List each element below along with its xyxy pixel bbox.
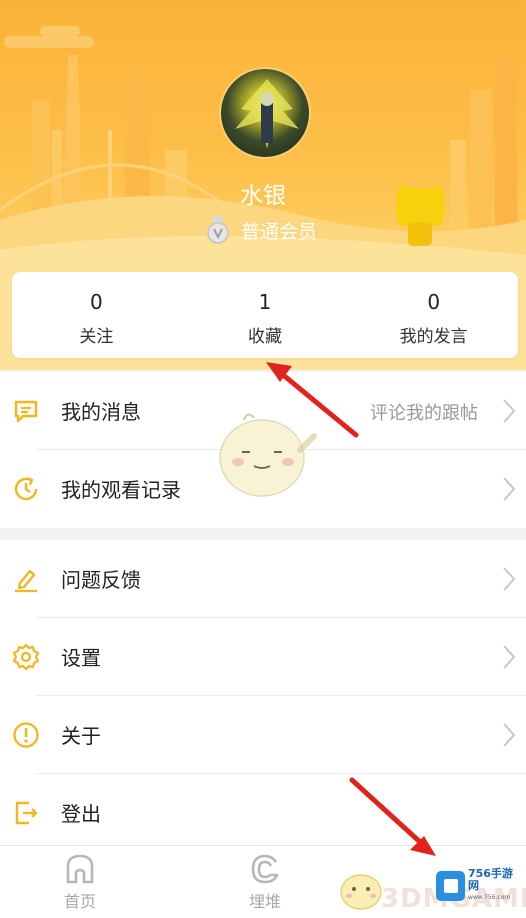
feedback-pencil-icon [15,569,37,593]
member-level-label: 普通会员 [241,220,318,243]
info-icon [13,722,39,748]
member-badge[interactable]: 普通会员 [205,216,317,244]
stat-label: 我的发言 [399,327,468,347]
menu-item-label: 问题反馈 [61,568,141,592]
chevron-right-icon [503,477,516,501]
stat-my-posts[interactable]: 0 我的发言 [349,272,518,358]
stat-label: 关注 [79,327,114,347]
logo-main-text: 756手游网 [467,867,513,892]
chevron-right-icon [503,723,516,747]
logo-square-icon [436,871,465,901]
menu-item-label: 关于 [61,724,101,748]
logo-text: 756手游网 www.756.com [468,868,522,904]
stat-favorites[interactable]: 1 收藏 [181,272,350,358]
username: 水银 [240,183,286,209]
site-watermark: 3DMGAME [335,862,526,916]
menu-item-label: 我的观看记录 [61,478,181,502]
menu-item-about[interactable]: 关于 [0,696,526,774]
avatar-character-image [235,79,299,149]
message-icon [14,400,38,423]
stat-value: 1 [258,290,272,314]
tab-label: 首页 [63,892,96,911]
gear-icon [12,643,40,671]
stats-card: 0 关注 1 收藏 0 我的发言 [12,272,518,358]
menu-item-label: 设置 [61,646,101,670]
stat-label: 收藏 [248,327,282,347]
menu-item-watch-history[interactable]: 我的观看记录 [0,450,526,528]
medal-icon [207,216,229,244]
stat-value: 0 [89,290,103,314]
756-site-logo: 756手游网 www.756.com [436,866,522,906]
stat-following[interactable]: 0 关注 [12,272,181,358]
home-icon [66,854,94,884]
menu-item-logout[interactable]: 登出 [0,774,526,852]
menu-item-label: 我的消息 [61,400,141,424]
chevron-right-icon [503,399,516,423]
avatar[interactable] [219,67,311,159]
chevron-right-icon [503,645,516,669]
menu-item-label: 登出 [61,802,101,826]
menu-item-feedback[interactable]: 问题反馈 [0,540,526,618]
history-icon [14,476,38,501]
tab-home[interactable]: 首页 [40,852,120,912]
menu-item-settings[interactable]: 设置 [0,618,526,696]
stat-value: 0 [427,290,441,314]
logout-icon [15,801,38,825]
tab-label: 埋堆 [248,892,281,911]
chevron-right-icon [503,567,516,591]
menu-group-settings: 问题反馈 设置 关于 登出 [0,540,526,845]
menu-group-activity: 我的消息 评论我的跟帖 我的观看记录 [0,372,526,528]
logo-sub-text: www.756.com [467,894,511,901]
menu-item-hint: 评论我的跟帖 [370,403,478,424]
community-icon [251,854,279,884]
menu-item-messages[interactable]: 我的消息 评论我的跟帖 [0,372,526,450]
tab-community[interactable]: 埋堆 [225,852,305,912]
